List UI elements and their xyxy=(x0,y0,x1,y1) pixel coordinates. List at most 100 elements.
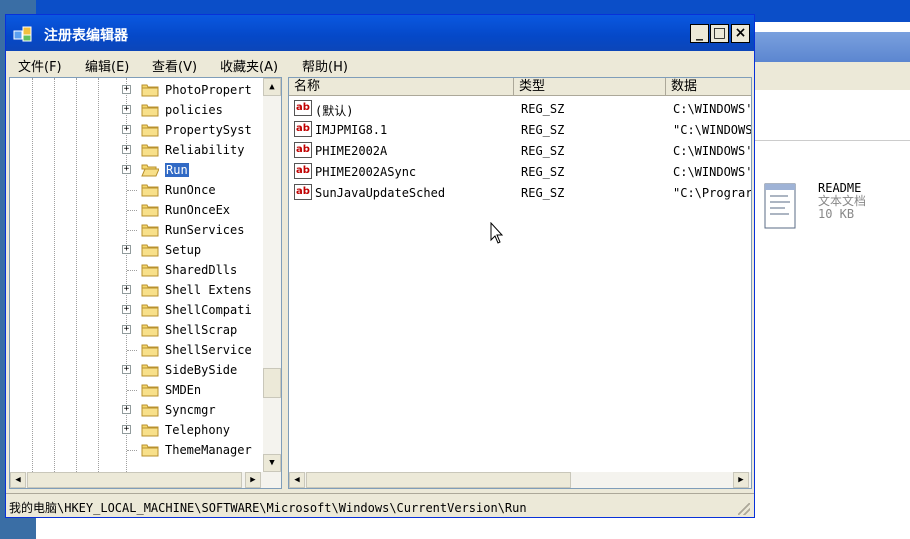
tree-item-label: ShellScrap xyxy=(165,323,238,337)
value-name: PHIME2002ASync xyxy=(315,165,417,179)
folder-icon xyxy=(141,143,159,157)
column-name[interactable]: 名称 xyxy=(289,78,514,96)
scroll-left-button[interactable]: ◀ xyxy=(10,472,26,488)
expand-icon[interactable]: + xyxy=(122,85,131,94)
string-value-icon: ab xyxy=(294,121,312,137)
tree-item-label: policies xyxy=(165,103,223,117)
tree-item[interactable]: + Setup xyxy=(10,240,265,260)
file-readme[interactable]: README 文本文档 10 KB xyxy=(818,182,866,221)
value-data: C:\WINDOWS' xyxy=(673,102,751,116)
expand-icon[interactable]: + xyxy=(122,305,131,314)
tree-item-label: ShellService xyxy=(165,343,252,357)
tree-item-label: Shell Extens xyxy=(165,283,252,297)
tree-item[interactable]: ShellService xyxy=(10,340,265,360)
folder-icon xyxy=(141,183,159,197)
expand-icon[interactable]: + xyxy=(122,285,131,294)
expand-icon[interactable]: + xyxy=(122,105,131,114)
resize-grip-icon[interactable] xyxy=(738,503,750,515)
tree-item-label: Telephony xyxy=(165,423,231,437)
expand-icon[interactable]: + xyxy=(122,165,131,174)
list-item[interactable]: ab PHIME2002ASync REG_SZ C:\WINDOWS' xyxy=(289,161,751,183)
expand-icon[interactable]: + xyxy=(122,125,131,134)
scroll-thumb[interactable] xyxy=(306,472,571,488)
folder-icon xyxy=(141,423,159,437)
tree-item-label: RunOnceEx xyxy=(165,203,231,217)
menu-view[interactable]: 查看(V) xyxy=(152,56,197,75)
tree-guide xyxy=(127,190,137,191)
scroll-thumb[interactable] xyxy=(27,472,242,488)
value-list[interactable]: 名称 类型 数据 ab (默认) REG_SZ C:\WINDOWS' ab IMJPMI… xyxy=(288,77,752,489)
string-value-icon: ab xyxy=(294,184,312,200)
tree-item[interactable]: + PropertySyst xyxy=(10,120,265,140)
scroll-left-button[interactable]: ◀ xyxy=(289,472,305,488)
tree-item-label: RunServices xyxy=(165,223,245,237)
tree-item[interactable]: + Run xyxy=(10,160,265,180)
tree-item[interactable]: + policies xyxy=(10,100,265,120)
expand-icon[interactable]: + xyxy=(122,325,131,334)
folder-icon xyxy=(141,363,159,377)
tree-item[interactable]: RunOnceEx xyxy=(10,200,265,220)
tree-item[interactable]: + ShellCompati xyxy=(10,300,265,320)
title-bar[interactable]: 注册表编辑器 _ □ × xyxy=(6,15,754,51)
expand-icon[interactable]: + xyxy=(122,365,131,374)
list-item[interactable]: ab SunJavaUpdateSched REG_SZ "C:\Prograr xyxy=(289,182,751,204)
tree-item[interactable]: SMDEn xyxy=(10,380,265,400)
folder-icon xyxy=(141,243,159,257)
list-horizontal-scrollbar[interactable]: ◀ ▶ xyxy=(289,472,751,488)
tree-item[interactable]: ThemeManager xyxy=(10,440,265,460)
value-name: (默认) xyxy=(315,104,354,118)
value-name: PHIME2002A xyxy=(315,144,388,158)
tree-item[interactable]: + Telephony xyxy=(10,420,265,440)
expand-icon[interactable]: + xyxy=(122,145,131,154)
tree-item[interactable]: + SideBySide xyxy=(10,360,265,380)
string-value-icon: ab xyxy=(294,163,312,179)
tree-item[interactable]: + Shell Extens xyxy=(10,280,265,300)
tree-item-label: PropertySyst xyxy=(165,123,252,137)
tree-item-label: Syncmgr xyxy=(165,403,216,417)
tree-guide xyxy=(127,270,137,271)
value-type: REG_SZ xyxy=(521,123,565,137)
value-type: REG_SZ xyxy=(521,102,565,116)
expand-icon[interactable]: + xyxy=(122,425,131,434)
tree-item[interactable]: RunOnce xyxy=(10,180,265,200)
expand-icon[interactable]: + xyxy=(122,245,131,254)
tree-item-label: SMDEn xyxy=(165,383,202,397)
text-document-icon[interactable] xyxy=(763,178,797,230)
registry-tree[interactable]: + PhotoPropert + policies + PropertySyst + Reli… xyxy=(9,77,282,489)
menu-help[interactable]: 帮助(H) xyxy=(302,56,348,75)
maximize-button[interactable]: □ xyxy=(710,24,729,43)
list-item[interactable]: ab IMJPMIG8.1 REG_SZ "C:\WINDOWS xyxy=(289,119,751,141)
value-data: "C:\Prograr xyxy=(673,186,751,200)
column-type[interactable]: 类型 xyxy=(514,78,666,96)
tree-item[interactable]: + PhotoPropert xyxy=(10,80,265,100)
tree-item-label: Reliability xyxy=(165,143,245,157)
scroll-right-button[interactable]: ▶ xyxy=(733,472,749,488)
tree-item[interactable]: + Reliability xyxy=(10,140,265,160)
background-divider xyxy=(755,140,910,141)
list-item[interactable]: ab (默认) REG_SZ C:\WINDOWS' xyxy=(289,98,751,120)
scroll-right-button[interactable]: ▶ xyxy=(245,472,261,488)
expand-icon[interactable]: + xyxy=(122,405,131,414)
scroll-thumb[interactable] xyxy=(263,368,281,398)
tree-horizontal-scrollbar[interactable]: ◀ ▶ xyxy=(10,472,281,488)
tree-item[interactable]: + ShellScrap xyxy=(10,320,265,340)
column-data[interactable]: 数据 xyxy=(666,78,751,96)
tree-item-label: ShellCompati xyxy=(165,303,252,317)
tree-item[interactable]: RunServices xyxy=(10,220,265,240)
menu-edit[interactable]: 编辑(E) xyxy=(85,56,129,75)
value-type: REG_SZ xyxy=(521,165,565,179)
minimize-button[interactable]: _ xyxy=(690,24,709,43)
file-size: 10 KB xyxy=(818,207,855,221)
regedit-icon xyxy=(12,25,34,43)
scroll-up-button[interactable]: ▲ xyxy=(263,78,281,96)
folder-icon xyxy=(141,323,159,337)
tree-item[interactable]: + Syncmgr xyxy=(10,400,265,420)
folder-icon xyxy=(141,383,159,397)
close-button[interactable]: × xyxy=(731,24,750,43)
menu-favorites[interactable]: 收藏夹(A) xyxy=(220,56,278,75)
scroll-down-button[interactable]: ▼ xyxy=(263,454,281,472)
tree-item[interactable]: SharedDlls xyxy=(10,260,265,280)
menu-file[interactable]: 文件(F) xyxy=(18,56,62,75)
tree-vertical-scrollbar[interactable]: ▲ ▼ xyxy=(263,78,281,472)
list-item[interactable]: ab PHIME2002A REG_SZ C:\WINDOWS' xyxy=(289,140,751,162)
